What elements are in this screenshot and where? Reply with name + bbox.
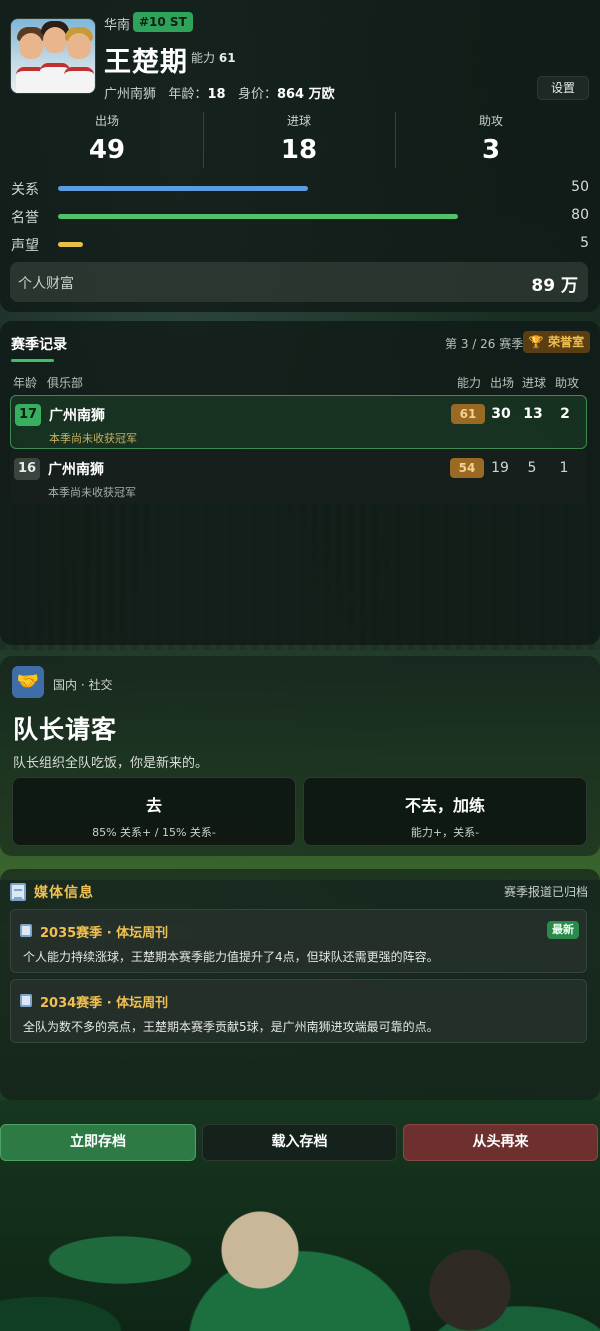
stat-goals: 进球 18 [204, 112, 394, 170]
record-ability: 61 [451, 404, 485, 424]
season-records-title: 赛季记录 [11, 337, 67, 353]
stat-assists: 助攻 3 [396, 112, 586, 170]
record-club: 广州南狮 [48, 462, 104, 478]
newspaper-icon [20, 924, 32, 937]
stat-value: 3 [481, 135, 501, 165]
column-header-apps: 出场 [490, 376, 515, 390]
event-category: 国内 · 社交 [53, 678, 113, 692]
bar-value: 50 [571, 179, 589, 195]
bar-fill [58, 214, 458, 219]
event-description: 队长组织全队吃饭，你是新来的。 [13, 756, 209, 771]
save-game-button[interactable]: 立即存档 [0, 1124, 196, 1161]
newspaper-icon [10, 883, 26, 901]
player-club: 广州南狮 [104, 87, 157, 102]
stat-label: 进球 [286, 114, 311, 128]
season-record-row[interactable]: 17 广州南狮 本季尚未收获冠军 61 30 13 2 [10, 395, 587, 449]
news-body: 全队为数不多的亮点，王楚期本赛季贡献5球，是广州南狮进攻端最可靠的点。 [23, 1020, 439, 1034]
bar-value: 80 [571, 207, 589, 223]
choice-title: 去 [145, 796, 162, 815]
stat-value: 18 [280, 135, 318, 165]
personal-wealth: 个人财富 89 万 [10, 262, 588, 302]
ability-label: 能力 [191, 51, 216, 65]
market-value: 864 万欧 [276, 87, 335, 102]
record-note: 本季尚未收获冠军 [48, 486, 136, 499]
wealth-label: 个人财富 [18, 276, 74, 292]
wealth-value: 89 万 [531, 276, 578, 296]
bar-value: 5 [580, 235, 589, 251]
event-card: 🤝 国内 · 社交 队长请客 队长组织全队吃饭，你是新来的。 去 85% 关系+… [0, 656, 600, 856]
news-item[interactable]: 2034赛季 · 体坛周刊 全队为数不多的亮点，王楚期本赛季贡献5球，是广州南狮… [10, 979, 587, 1043]
choice-effect: 85% 关系+ / 15% 关系- [92, 826, 216, 839]
media-info-panel: 媒体信息 赛季报道已归档 2035赛季 · 体坛周刊 最新 个人能力持续涨球，王… [0, 869, 600, 1100]
news-headline: 2034赛季 · 体坛周刊 [40, 996, 169, 1011]
record-goals: 5 [527, 460, 537, 476]
media-archived-note: 赛季报道已归档 [503, 885, 588, 899]
column-header-club: 俱乐部 [47, 376, 84, 390]
news-item[interactable]: 2035赛季 · 体坛周刊 最新 个人能力持续涨球，王楚期本赛季能力值提升了4点… [10, 909, 587, 973]
record-assists: 1 [559, 460, 569, 476]
record-age: 16 [14, 458, 40, 480]
newspaper-icon [20, 994, 32, 1007]
age-label: 年龄： [168, 87, 208, 102]
stat-label: 出场 [94, 114, 119, 128]
column-header-assists: 助攻 [555, 376, 580, 390]
honor-room-button[interactable]: 🏆 荣誉室 [523, 331, 590, 353]
market-value-label: 身价： [237, 87, 277, 102]
news-body: 个人能力持续涨球，王楚期本赛季能力值提升了4点，但球队还需更强的阵容。 [23, 950, 439, 964]
column-header-ability: 能力 [457, 376, 482, 390]
honor-room-label: 荣誉室 [548, 335, 585, 349]
media-title: 媒体信息 [34, 885, 94, 901]
record-club: 广州南狮 [49, 408, 105, 424]
event-title: 队长请客 [13, 715, 118, 744]
choice-go-button[interactable]: 去 85% 关系+ / 15% 关系- [12, 777, 296, 846]
reputation-bar: 声望 5 [0, 234, 600, 256]
player-ability: 能力 61 [191, 49, 236, 66]
choice-effect: 能力+，关系- [410, 826, 480, 839]
record-goals: 13 [523, 406, 543, 422]
stat-value: 49 [88, 135, 126, 165]
title-underline [11, 359, 54, 362]
stat-appearances: 出场 49 [12, 112, 202, 170]
column-header-goals: 进球 [522, 376, 547, 390]
stat-label: 助攻 [478, 114, 503, 128]
record-assists: 2 [560, 406, 570, 422]
bar-label: 名誉 [11, 210, 39, 226]
bar-label: 关系 [11, 182, 39, 198]
handshake-icon: 🤝 [12, 666, 44, 698]
player-avatar [10, 18, 96, 94]
record-note: 本季尚未收获冠军 [49, 432, 137, 445]
restart-button[interactable]: 从头再来 [403, 1124, 598, 1161]
honor-bar: 名誉 80 [0, 206, 600, 228]
settings-button[interactable]: 设置 [537, 76, 589, 100]
record-ability: 54 [450, 458, 484, 478]
season-count: 第 3 / 26 赛季 [445, 337, 524, 351]
bar-fill [58, 242, 83, 247]
news-headline: 2035赛季 · 体坛周刊 [40, 926, 169, 941]
choice-decline-button[interactable]: 不去，加练 能力+，关系- [303, 777, 587, 846]
choice-title: 不去，加练 [404, 796, 485, 815]
column-header-age: 年龄 [13, 376, 38, 390]
age-value: 18 [207, 87, 226, 102]
record-apps: 19 [491, 460, 509, 476]
player-name: 王楚期 [104, 47, 188, 78]
latest-badge: 最新 [547, 921, 579, 939]
player-info-line: 广州南狮 年龄：18 身价：864 万欧 [104, 83, 335, 102]
season-record-row[interactable]: 16 广州南狮 本季尚未收获冠军 54 19 5 1 [10, 450, 587, 504]
load-game-button[interactable]: 载入存档 [202, 1124, 397, 1161]
season-records-panel: 赛季记录 第 3 / 26 赛季 🏆 荣誉室 年龄 俱乐部 能力 出场 进球 助… [0, 321, 600, 645]
bar-label: 声望 [11, 238, 39, 254]
player-profile-card: 华南 #10 ST 王楚期 能力 61 广州南狮 年龄：18 身价：864 万欧… [0, 0, 600, 312]
bar-fill [58, 186, 308, 191]
ability-value: 61 [218, 51, 236, 65]
relationship-bar: 关系 50 [0, 178, 600, 200]
trophy-icon: 🏆 [528, 335, 544, 349]
record-apps: 30 [491, 406, 511, 422]
player-region: 华南 [104, 18, 131, 33]
number-position-badge: #10 ST [133, 12, 193, 32]
record-age: 17 [15, 404, 41, 426]
